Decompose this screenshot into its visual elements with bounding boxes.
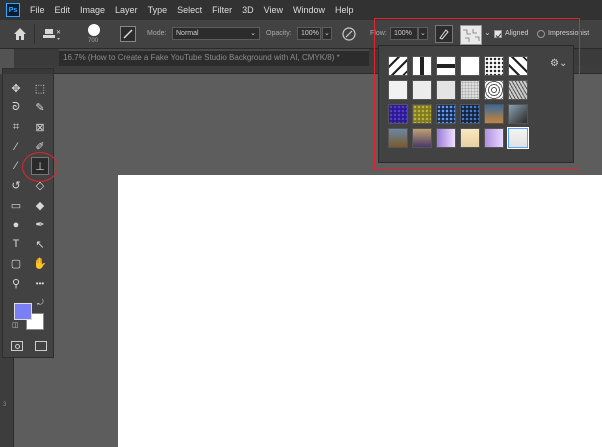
pattern-swatch-horizontal-bar[interactable] — [436, 56, 456, 76]
pattern-swatch-blue-dots-1[interactable] — [436, 104, 456, 124]
pattern-swatch-photo-3[interactable] — [388, 128, 408, 148]
pattern-swatch-gray-2[interactable] — [412, 80, 432, 100]
pen-tool-icon[interactable]: ✒ — [31, 216, 49, 234]
menu-help[interactable]: Help — [335, 5, 354, 15]
menu-3d[interactable]: 3D — [242, 5, 254, 15]
ruler-mark: 3 — [3, 402, 7, 408]
history-brush-tool-icon[interactable]: ↺ — [7, 177, 25, 195]
menu-edit[interactable]: Edit — [55, 5, 71, 15]
mode-select[interactable]: Normal ⌄ — [172, 27, 260, 40]
opacity-input[interactable]: 100% — [297, 27, 321, 40]
opacity-value: 100% — [301, 30, 319, 37]
quick-select-tool-icon[interactable]: ✎ — [31, 99, 49, 117]
foreground-color-swatch[interactable] — [14, 303, 32, 320]
pattern-swatch-photo-1[interactable] — [484, 104, 504, 124]
menu-select[interactable]: Select — [177, 5, 202, 15]
pattern-swatch-square-frame[interactable] — [484, 80, 504, 100]
pattern-swatch-solid-white[interactable] — [460, 56, 480, 76]
pattern-swatch-diagonal-line-1[interactable] — [388, 56, 408, 76]
pattern-swatch-gray-1[interactable] — [388, 80, 408, 100]
mode-value: Normal — [176, 30, 199, 37]
quick-mask-icon[interactable] — [11, 341, 23, 351]
lasso-tool-icon[interactable]: ᘐ — [7, 99, 25, 117]
menu-bar: Ps File Edit Image Layer Type Select Fil… — [0, 0, 602, 20]
default-colors-icon[interactable]: ◫ — [12, 321, 19, 329]
pattern-swatch-gray-noise[interactable] — [460, 80, 480, 100]
gear-icon[interactable]: ⚙⌄ — [550, 58, 567, 69]
pattern-swatch-blue-dots-2[interactable] — [460, 104, 480, 124]
gradient-tool-icon[interactable]: ▭ — [7, 196, 25, 214]
pattern-swatch-vertical-bar[interactable] — [412, 56, 432, 76]
divider — [34, 24, 35, 44]
menu-window[interactable]: Window — [293, 5, 325, 15]
pattern-swatch-photo-7[interactable] — [484, 128, 504, 148]
menu-image[interactable]: Image — [80, 5, 105, 15]
menu-filter[interactable]: Filter — [212, 5, 232, 15]
menu-view[interactable]: View — [264, 5, 283, 15]
tool-highlight-circle — [22, 152, 58, 182]
zoom-tool-icon[interactable]: ⚲ — [7, 274, 25, 292]
pattern-swatch-photo-2[interactable] — [508, 104, 528, 124]
pattern-swatch-dots[interactable] — [484, 56, 504, 76]
document-tab-title: 16.7% (How to Create a Fake YouTube Stud… — [63, 53, 340, 62]
marquee-tool-icon[interactable]: ⬚ — [31, 79, 49, 97]
pattern-swatch-diagonal-line-2[interactable] — [508, 56, 528, 76]
tools-panel: ✥ ⬚ ᘐ ✎ ⌗ ⊠ ⁄ ✐ ⁄ ⊥ ↺ ◇ ▭ ◆ ● ✒ T ↖ ▢ ✋ ⚲ ••• ⤾ ◫ — [2, 68, 54, 358]
eyedropper-tool-icon[interactable]: ⁄ — [7, 138, 25, 156]
document-canvas[interactable] — [118, 175, 602, 447]
hand-tool-icon[interactable]: ✋ — [31, 255, 49, 273]
blur-tool-icon[interactable]: ◆ — [31, 196, 49, 214]
opacity-dropdown[interactable]: ⌄ — [322, 27, 332, 40]
pattern-swatch-cracked[interactable] — [508, 80, 528, 100]
brush-size-value: 700 — [88, 38, 99, 44]
dodge-tool-icon[interactable]: ● — [7, 216, 25, 234]
pattern-swatch-yellow-texture[interactable] — [412, 104, 432, 124]
move-tool-icon[interactable]: ✥ — [7, 79, 25, 97]
chevron-down-icon: ⌄ — [324, 30, 330, 37]
pattern-picker-panel — [378, 45, 574, 163]
type-tool-icon[interactable]: T — [7, 235, 25, 253]
shape-tool-icon[interactable]: ▢ — [7, 255, 25, 273]
menu-type[interactable]: Type — [148, 5, 168, 15]
pattern-swatch-photo-5[interactable] — [436, 128, 456, 148]
brush-settings-icon[interactable] — [120, 26, 136, 42]
screen-mode-icon[interactable] — [35, 341, 47, 351]
chevron-down-icon: ⌄ — [250, 30, 256, 37]
pressure-opacity-icon[interactable] — [341, 26, 357, 42]
brush-preview-icon[interactable] — [84, 23, 104, 37]
menu-layer[interactable]: Layer — [115, 5, 138, 15]
path-select-tool-icon[interactable]: ↖ — [31, 235, 49, 253]
pattern-swatch-photo-6[interactable] — [460, 128, 480, 148]
home-icon[interactable] — [12, 26, 28, 42]
document-tab[interactable]: 16.7% (How to Create a Fake YouTube Stud… — [59, 49, 369, 66]
opacity-label: Opacity: — [266, 30, 292, 37]
pattern-swatch-gray-3[interactable] — [436, 80, 456, 100]
toolbar-grip[interactable] — [3, 69, 53, 74]
swap-colors-icon[interactable]: ⤾ — [37, 298, 44, 308]
menu-file[interactable]: File — [30, 5, 45, 15]
frame-tool-icon[interactable]: ⊠ — [31, 118, 49, 136]
pattern-stamp-preset-icon[interactable]: ✕ — [42, 26, 64, 42]
photoshop-logo[interactable]: Ps — [6, 3, 20, 17]
mode-label: Mode: — [147, 30, 167, 37]
pattern-swatch-photo-4[interactable] — [412, 128, 432, 148]
more-tools-icon[interactable]: ••• — [31, 274, 49, 292]
pattern-swatch-purple-texture[interactable] — [388, 104, 408, 124]
pattern-swatch-selected-pattern[interactable] — [507, 127, 529, 149]
crop-tool-icon[interactable]: ⌗ — [7, 118, 25, 136]
svg-text:✕: ✕ — [56, 29, 61, 36]
